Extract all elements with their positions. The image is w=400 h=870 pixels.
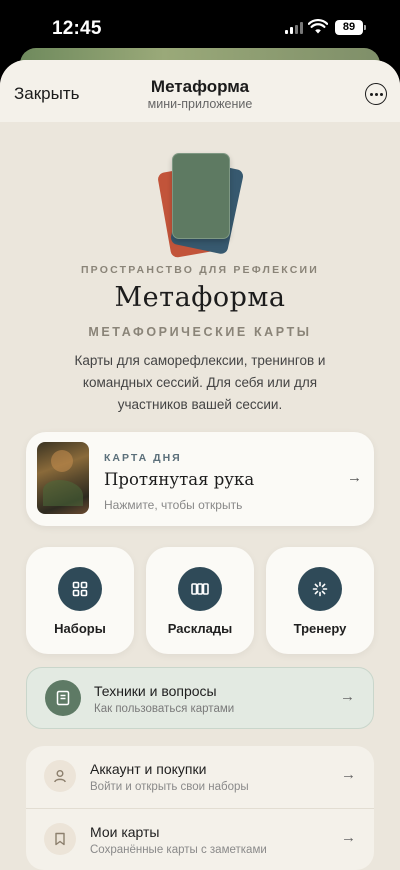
- arrow-right-icon: →: [340, 688, 355, 705]
- hero-description: Карты для саморефлексии, тренингов и ком…: [74, 353, 326, 412]
- card-of-the-day-image: [37, 442, 89, 514]
- sets-tile-label: Наборы: [54, 621, 106, 636]
- card-of-the-day[interactable]: КАРТА ДНЯ Протянутая рука Нажмите, чтобы…: [26, 432, 374, 526]
- cards-spread-icon: [178, 567, 222, 611]
- card-of-the-day-eyebrow: КАРТА ДНЯ: [104, 452, 182, 464]
- coach-tile-label: Тренеру: [293, 621, 347, 636]
- mini-app-sheet: Закрыть Метаформа мини-приложение ПРОСТР…: [0, 60, 400, 870]
- nav-subtitle: мини-приложение: [147, 97, 253, 111]
- grid-icon: [58, 567, 102, 611]
- my-cards-item[interactable]: Мои карты Сохранённые карты с заметками …: [26, 808, 374, 870]
- coach-tile[interactable]: Тренеру: [266, 547, 374, 654]
- techniques-title: Техники и вопросы: [94, 683, 217, 699]
- spreads-tile-label: Расклады: [167, 621, 233, 636]
- loader-icon: [298, 567, 342, 611]
- battery-icon: 89: [335, 20, 366, 35]
- nav-title: Метаформа: [150, 77, 250, 96]
- wifi-icon: [308, 19, 328, 34]
- top-nav: Закрыть Метаформа мини-приложение: [0, 60, 400, 122]
- cellular-signal-icon: [285, 22, 303, 34]
- techniques-subtitle: Как пользоваться картами: [94, 703, 235, 715]
- card-of-the-day-title: Протянутая рука: [104, 470, 255, 489]
- arrow-right-icon: →: [341, 829, 356, 846]
- account-purchases-subtitle: Войти и открыть свои наборы: [90, 781, 249, 793]
- card-deck-logo: [156, 150, 245, 259]
- deck-card-green: [172, 153, 230, 239]
- user-icon: [44, 760, 76, 792]
- book-icon: [45, 680, 81, 716]
- more-dots-icon[interactable]: [365, 83, 387, 105]
- bookmark-icon: [44, 823, 76, 855]
- spreads-tile[interactable]: Расклады: [146, 547, 254, 654]
- my-cards-title: Мои карты: [90, 824, 160, 840]
- status-time: 12:45: [52, 18, 102, 39]
- phone-screen: 12:45 89 Закрыть Метаформа мини-приложен…: [0, 0, 400, 870]
- account-purchases-item[interactable]: Аккаунт и покупки Войти и открыть свои н…: [26, 746, 374, 808]
- menu-list: Аккаунт и покупки Войти и открыть свои н…: [26, 746, 374, 870]
- my-cards-subtitle: Сохранённые карты с заметками: [90, 844, 267, 856]
- arrow-right-icon: →: [347, 469, 362, 486]
- account-purchases-title: Аккаунт и покупки: [90, 761, 207, 777]
- hero-tagline: МЕТАФОРИЧЕСКИЕ КАРТЫ: [88, 325, 312, 339]
- hero-eyebrow: ПРОСТРАНСТВО ДЛЯ РЕФЛЕКСИИ: [80, 264, 320, 276]
- sets-tile[interactable]: Наборы: [26, 547, 134, 654]
- card-of-the-day-hint: Нажмите, чтобы открыть: [104, 498, 243, 512]
- arrow-right-icon: →: [341, 766, 356, 783]
- techniques-button[interactable]: Техники и вопросы Как пользоваться карта…: [26, 667, 374, 729]
- hero-title: Метаформа: [114, 282, 286, 313]
